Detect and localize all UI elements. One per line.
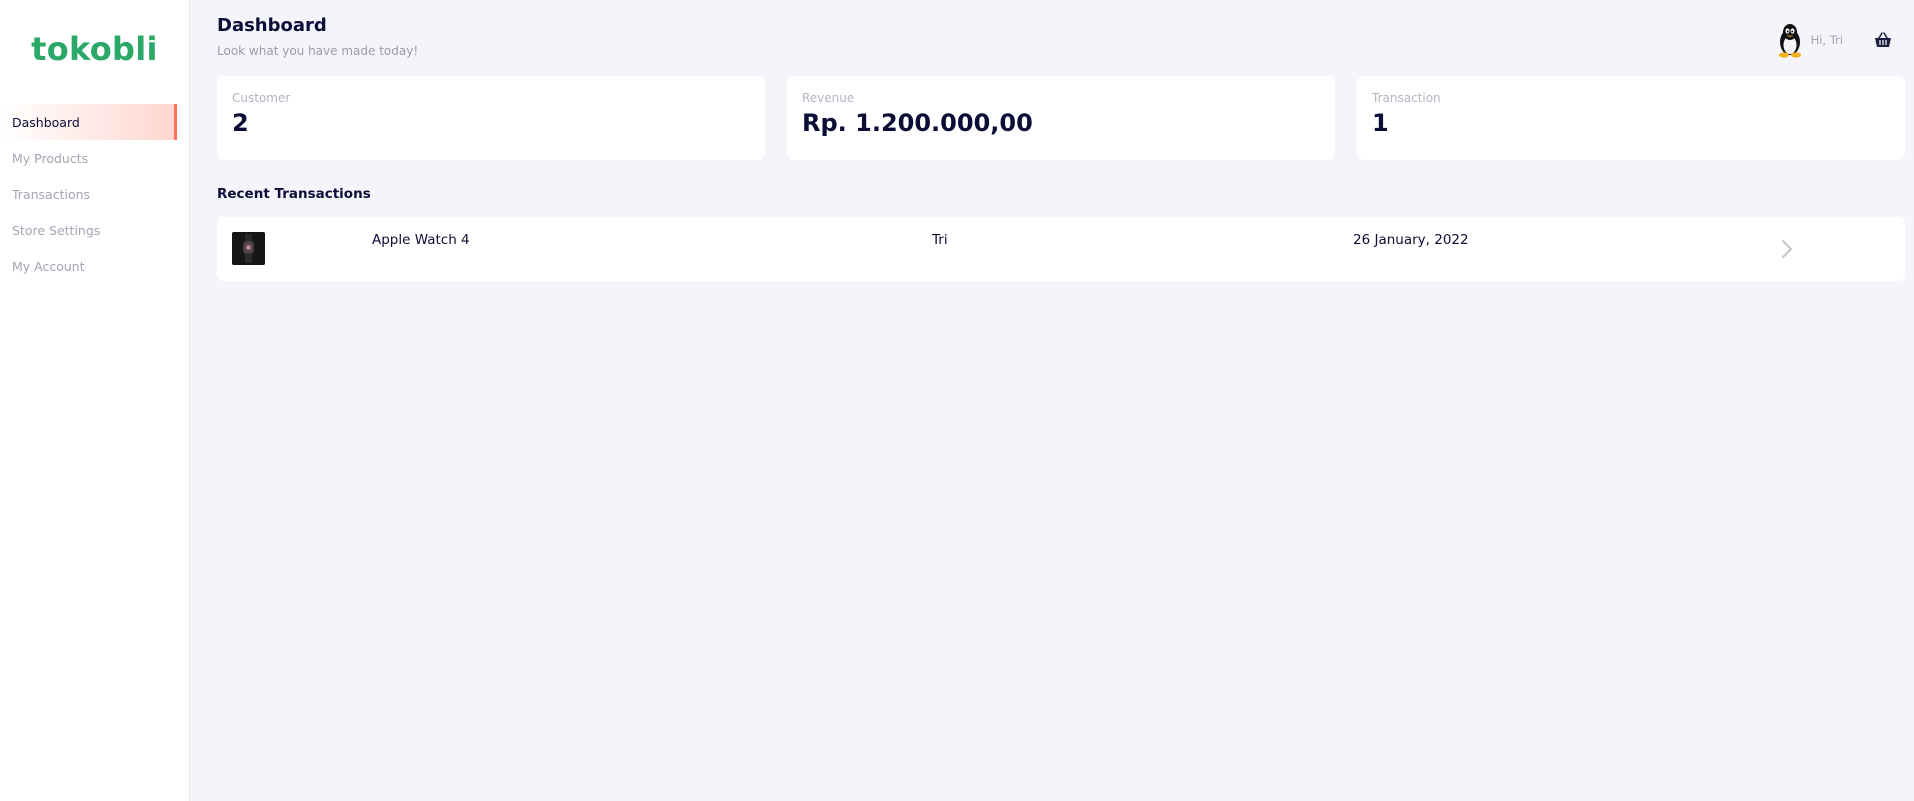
stat-label: Customer [232,91,291,105]
page-header: Dashboard Look what you have made today! [217,14,1905,76]
revenue-stat-card: Revenue Rp. 1.200.000,00 [787,76,1335,160]
user-menu[interactable]: Hi, Tri [1775,22,1843,58]
stat-value: Rp. 1.200.000,00 [802,109,1033,137]
stat-label: Revenue [802,91,855,105]
basket-icon[interactable] [1873,30,1893,50]
page-title: Dashboard [217,15,327,36]
transaction-date: 26 January, 2022 [1353,232,1469,248]
sidebar-nav: Dashboard My Products Transactions Store… [0,104,189,284]
transaction-product: Apple Watch 4 [372,232,470,248]
app-root: tokobli Dashboard My Products Transactio… [0,0,1914,801]
transaction-customer: Tri [932,232,948,248]
stat-value: 2 [232,109,249,137]
sidebar-item-dashboard[interactable]: Dashboard [0,104,177,140]
customer-stat-card: Customer 2 [217,76,765,160]
stats-cards: Customer 2 Revenue Rp. 1.200.000,00 Tran… [217,76,1905,160]
stat-value: 1 [1372,109,1389,137]
sidebar-item-my-account[interactable]: My Account [0,248,177,284]
sidebar-item-transactions[interactable]: Transactions [0,176,177,212]
avatar [1778,24,1801,58]
header-actions: Hi, Tri [1775,22,1905,58]
product-thumbnail [232,232,265,265]
chevron-right-icon[interactable] [1781,239,1793,259]
stat-label: Transaction [1372,91,1441,105]
sidebar-item-my-products[interactable]: My Products [0,140,177,176]
sidebar: tokobli Dashboard My Products Transactio… [0,0,190,801]
page-heading: Dashboard Look what you have made today! [217,14,418,58]
main-content: Dashboard Look what you have made today! [190,0,1914,801]
page-subtitle: Look what you have made today! [217,44,419,58]
brand-logo[interactable]: tokobli [0,0,189,104]
transaction-row[interactable]: Apple Watch 4 Tri 26 January, 2022 [217,217,1905,281]
user-greeting: Hi, Tri [1810,33,1843,47]
recent-transactions-title: Recent Transactions [217,186,371,202]
transaction-stat-card: Transaction 1 [1357,76,1905,160]
sidebar-item-store-settings[interactable]: Store Settings [0,212,177,248]
apple-watch-thumbnail-icon [232,232,265,265]
